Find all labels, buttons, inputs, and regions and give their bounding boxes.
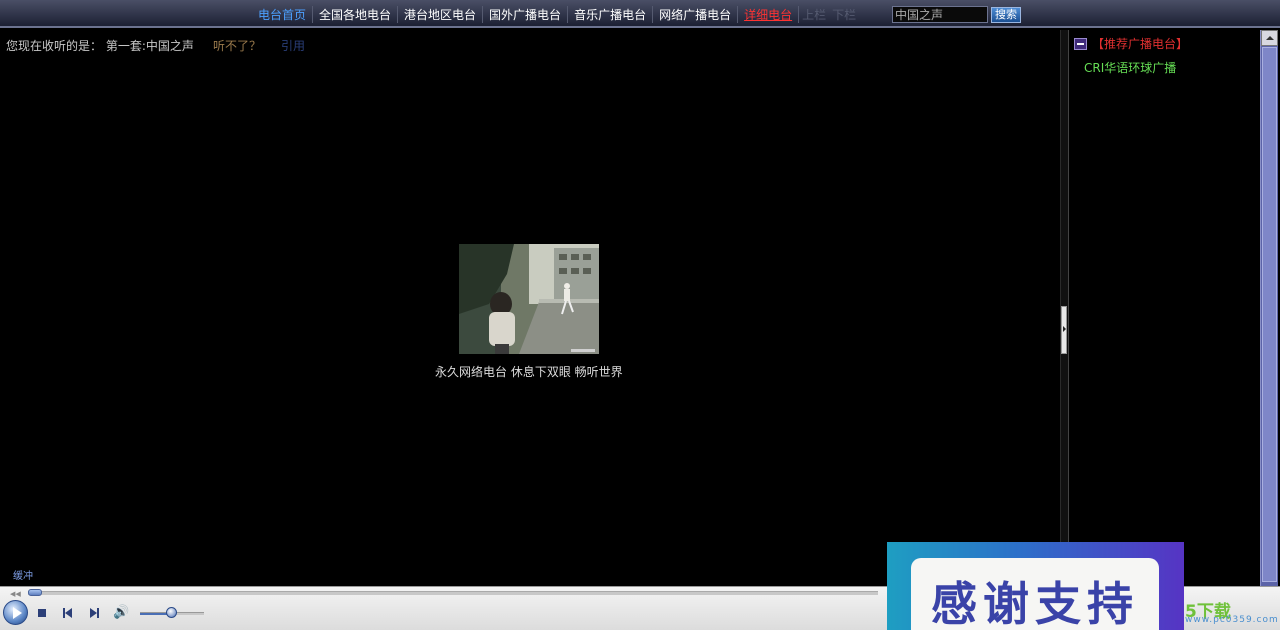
previous-track-icon[interactable] [61, 606, 75, 620]
cant-hear-link[interactable]: 听不了？ [213, 37, 261, 54]
nav-music-stations[interactable]: 音乐广播电台 [568, 5, 654, 23]
scrollbar-thumb[interactable] [1262, 47, 1277, 582]
rewind-icon[interactable]: ◀◀ [10, 590, 21, 598]
nav-internet-stations[interactable]: 网络广播电台 [653, 5, 739, 23]
sidebar-header: 【推荐广播电台】 [1074, 35, 1188, 52]
nav-prev-column[interactable]: 上栏 [799, 6, 829, 23]
video-caption: 永久网络电台 休息下双眼 畅听世界 [435, 365, 623, 379]
nav-foreign-stations[interactable]: 国外广播电台 [483, 5, 569, 23]
ad-panel: 感谢支持 [911, 558, 1159, 630]
now-playing-text: 您现在收听的是： 第一套:中国之声 [6, 39, 194, 53]
search-input[interactable] [892, 6, 988, 23]
nav-station-details[interactable]: 详细电台 [738, 5, 800, 23]
vertical-scrollbar[interactable] [1260, 30, 1278, 586]
seek-thumb[interactable] [28, 589, 42, 596]
collapse-sidebar-handle[interactable] [1061, 306, 1067, 354]
play-button[interactable] [3, 600, 28, 625]
sidebar-title: 【推荐广播电台】 [1092, 37, 1189, 51]
next-track-icon[interactable] [87, 606, 101, 620]
nav-domestic-stations[interactable]: 全国各地电台 [313, 5, 399, 23]
ad-text: 感谢支持 [931, 577, 1139, 630]
ad-banner[interactable]: 感谢支持 [887, 542, 1184, 630]
sidebar: 【推荐广播电台】 CRI华语环球广播 [1070, 30, 1260, 586]
volume-thumb[interactable] [166, 607, 177, 618]
stop-icon[interactable] [35, 606, 49, 620]
nav-home[interactable]: 电台首页 [252, 5, 314, 23]
nav-next-column[interactable]: 下栏 [829, 6, 859, 23]
nav-links: 电台首页 全国各地电台 港台地区电台 国外广播电台 音乐广播电台 网络广播电台 … [252, 5, 859, 23]
video-thumbnail [459, 244, 599, 354]
scroll-up-arrow-icon[interactable] [1261, 30, 1278, 46]
sidebar-item-cri[interactable]: CRI华语环球广播 [1084, 59, 1176, 76]
top-navigation-bar: 电台首页 全国各地电台 港台地区电台 国外广播电台 音乐广播电台 网络广播电台 … [0, 0, 1280, 28]
collapse-minus-icon[interactable] [1074, 37, 1087, 50]
buffer-status: 缓冲 [13, 571, 33, 582]
watermark-url: www.pc0359.com [1185, 615, 1279, 625]
seek-bar[interactable] [28, 591, 878, 595]
quote-link[interactable]: 引用 [281, 37, 305, 54]
nav-hk-taiwan-stations[interactable]: 港台地区电台 [398, 5, 484, 23]
street-scene-image [459, 244, 599, 354]
volume-icon[interactable]: 🔊 [113, 606, 129, 620]
search-button[interactable]: 搜索 [991, 7, 1021, 23]
